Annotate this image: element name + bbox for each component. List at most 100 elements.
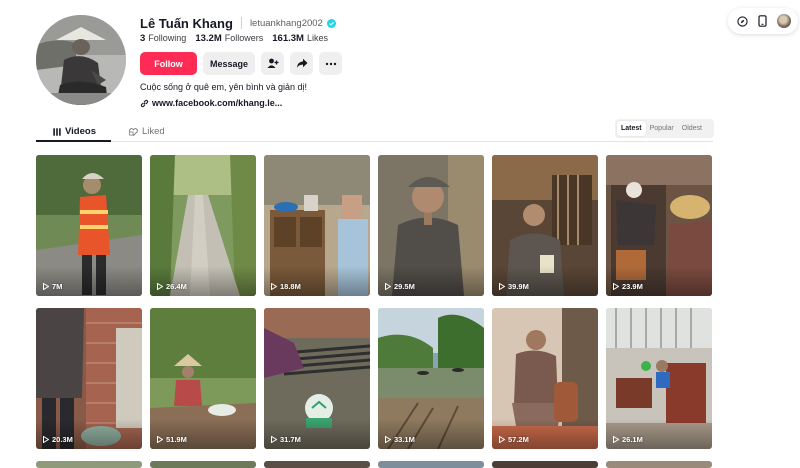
user-avatar[interactable] (776, 13, 792, 29)
thumbnail-shade (150, 419, 256, 449)
active-tab-underline (36, 140, 111, 142)
video-views: 57.2M (499, 435, 529, 444)
link-icon (140, 99, 149, 107)
video-card[interactable]: 26.4M (150, 155, 256, 296)
thumbnail-shade (264, 266, 370, 296)
name-divider (240, 17, 242, 29)
video-card[interactable]: 20.3M (36, 308, 142, 449)
video-views: 18.8M (271, 282, 301, 291)
stat-followers-label: Followers (224, 33, 264, 43)
profile-name-row: Lê Tuấn Khang letuankhang2002 (140, 14, 336, 32)
video-card[interactable] (378, 461, 484, 468)
thumbnail-shade (36, 419, 142, 449)
video-card[interactable]: 31.7M (264, 308, 370, 449)
profile-actions: Follow Message (140, 52, 342, 75)
video-views: 39.9M (499, 282, 529, 291)
video-view-count: 31.7M (280, 435, 301, 444)
profile-link-text: www.facebook.com/khang.le... (152, 98, 283, 108)
video-views: 7M (43, 282, 62, 291)
video-views: 26.1M (613, 435, 643, 444)
video-view-count: 23.9M (622, 282, 643, 291)
video-card[interactable]: 33.1M (378, 308, 484, 449)
video-card[interactable]: 29.5M (378, 155, 484, 296)
share-icon (296, 58, 307, 68)
play-icon (499, 283, 505, 290)
stat-following-value: 3 (140, 33, 146, 44)
stat-following-label: Following (148, 33, 187, 43)
play-icon (271, 283, 277, 290)
video-view-count: 18.8M (280, 282, 301, 291)
video-card[interactable]: 23.9M (606, 155, 712, 296)
play-icon (385, 283, 391, 290)
thumbnail-shade (378, 266, 484, 296)
video-card[interactable] (264, 461, 370, 468)
thumbnail-shade (150, 266, 256, 296)
video-card[interactable]: 51.9M (150, 308, 256, 449)
video-card[interactable]: 57.2M (492, 308, 598, 449)
video-card[interactable]: 26.1M (606, 308, 712, 449)
phone-icon[interactable] (755, 13, 771, 29)
share-button[interactable] (290, 52, 313, 75)
video-card[interactable] (36, 461, 142, 468)
video-card[interactable] (150, 461, 256, 468)
sort-oldest[interactable]: Oldest (678, 121, 706, 136)
video-views: 23.9M (613, 282, 643, 291)
tab-liked[interactable]: Liked (129, 122, 165, 141)
video-view-count: 51.9M (166, 435, 187, 444)
play-icon (157, 436, 163, 443)
video-card[interactable]: 7M (36, 155, 142, 296)
video-view-count: 20.3M (52, 435, 73, 444)
video-card[interactable]: 39.9M (492, 155, 598, 296)
sort-segmented-control: Latest Popular Oldest (615, 119, 714, 138)
thumbnail-shade (606, 419, 712, 449)
stat-followers[interactable]: 13.2M Followers (195, 33, 263, 44)
profile-stats: 3 Following 13.2M Followers 161.3M Likes (140, 33, 337, 44)
play-icon (43, 436, 49, 443)
thumbnail-shade (36, 266, 142, 296)
profile-bio: Cuộc sống ở quê em, yên bình và giản dị! (140, 82, 308, 92)
thumbnail-shade (492, 266, 598, 296)
profile-tabs: Videos Liked (36, 122, 713, 142)
play-icon (157, 283, 163, 290)
compass-icon[interactable] (734, 13, 750, 29)
stat-followers-value: 13.2M (195, 33, 222, 44)
message-button[interactable]: Message (203, 52, 255, 75)
video-views: 20.3M (43, 435, 73, 444)
video-view-count: 33.1M (394, 435, 415, 444)
add-user-icon (267, 58, 278, 68)
video-card[interactable] (606, 461, 712, 468)
stat-likes: 161.3M Likes (272, 33, 328, 44)
stat-likes-value: 161.3M (272, 33, 304, 44)
thumbnail-shade (378, 419, 484, 449)
video-views: 26.4M (157, 282, 187, 291)
suggested-accounts-button[interactable] (261, 52, 284, 75)
play-icon (499, 436, 505, 443)
stat-following[interactable]: 3 Following (140, 33, 186, 44)
profile-avatar (36, 15, 126, 105)
video-views: 33.1M (385, 435, 415, 444)
follow-button[interactable]: Follow (140, 52, 197, 75)
video-view-count: 7M (52, 282, 63, 291)
video-card[interactable] (492, 461, 598, 468)
profile-link[interactable]: www.facebook.com/khang.le... (140, 98, 282, 108)
sort-popular[interactable]: Popular (646, 121, 678, 136)
video-views: 31.7M (271, 435, 301, 444)
thumbnail-shade (492, 419, 598, 449)
video-views: 51.9M (157, 435, 187, 444)
play-icon (43, 283, 49, 290)
more-options-button[interactable] (319, 52, 342, 75)
video-card[interactable]: 18.8M (264, 155, 370, 296)
thumbnail-shade (264, 419, 370, 449)
sort-latest[interactable]: Latest (617, 121, 646, 136)
tab-videos-label: Videos (65, 126, 96, 137)
play-icon (271, 436, 277, 443)
tab-videos[interactable]: Videos (53, 122, 96, 141)
username: letuankhang2002 (249, 17, 323, 29)
video-view-count: 39.9M (508, 282, 529, 291)
more-horizontal-icon (325, 62, 336, 65)
liked-heart-icon (129, 127, 138, 136)
video-views: 29.5M (385, 282, 415, 291)
stat-likes-label: Likes (306, 33, 328, 43)
video-view-count: 26.4M (166, 282, 187, 291)
display-name: Lê Tuấn Khang (140, 15, 233, 31)
